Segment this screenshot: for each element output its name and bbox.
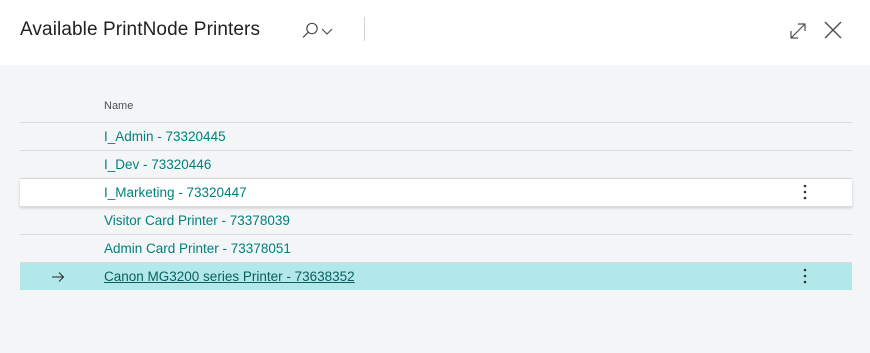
- expand-button[interactable]: [788, 21, 808, 41]
- printer-name-link[interactable]: I_Dev - 73320446: [104, 157, 211, 172]
- printer-name-link[interactable]: I_Marketing - 73320447: [104, 185, 247, 200]
- header-divider: [364, 17, 365, 41]
- search-icon: [300, 21, 320, 41]
- more-vertical-icon[interactable]: [799, 183, 811, 201]
- arrow-right-icon: [51, 270, 65, 282]
- column-header-row: Name: [20, 94, 852, 123]
- chevron-down-icon: [320, 26, 334, 36]
- printer-list: Name I_Admin - 73320445 I_Dev - 73320446…: [20, 94, 852, 290]
- list-row[interactable]: I_Dev - 73320446: [20, 151, 852, 179]
- printer-name-link[interactable]: I_Admin - 73320445: [104, 129, 226, 144]
- printer-name-link[interactable]: Visitor Card Printer - 73378039: [104, 213, 290, 228]
- more-vertical-icon[interactable]: [799, 267, 811, 285]
- list-row[interactable]: I_Admin - 73320445: [20, 123, 852, 151]
- close-icon: [823, 21, 843, 44]
- close-button[interactable]: [823, 20, 843, 40]
- printer-name-link[interactable]: Canon MG3200 series Printer - 73638352: [104, 269, 355, 284]
- column-header-name[interactable]: Name: [104, 100, 133, 112]
- expand-icon: [788, 23, 808, 45]
- list-row[interactable]: Admin Card Printer - 73378051: [20, 235, 852, 263]
- list-row[interactable]: I_Marketing - 73320447: [20, 179, 852, 207]
- list-row[interactable]: Visitor Card Printer - 73378039: [20, 207, 852, 235]
- page-title: Available PrintNode Printers: [20, 19, 261, 40]
- search-button[interactable]: [300, 19, 344, 43]
- list-row-selected[interactable]: Canon MG3200 series Printer - 73638352: [20, 263, 852, 290]
- page-header: Available PrintNode Printers: [0, 0, 870, 65]
- printer-name-link[interactable]: Admin Card Printer - 73378051: [104, 241, 291, 256]
